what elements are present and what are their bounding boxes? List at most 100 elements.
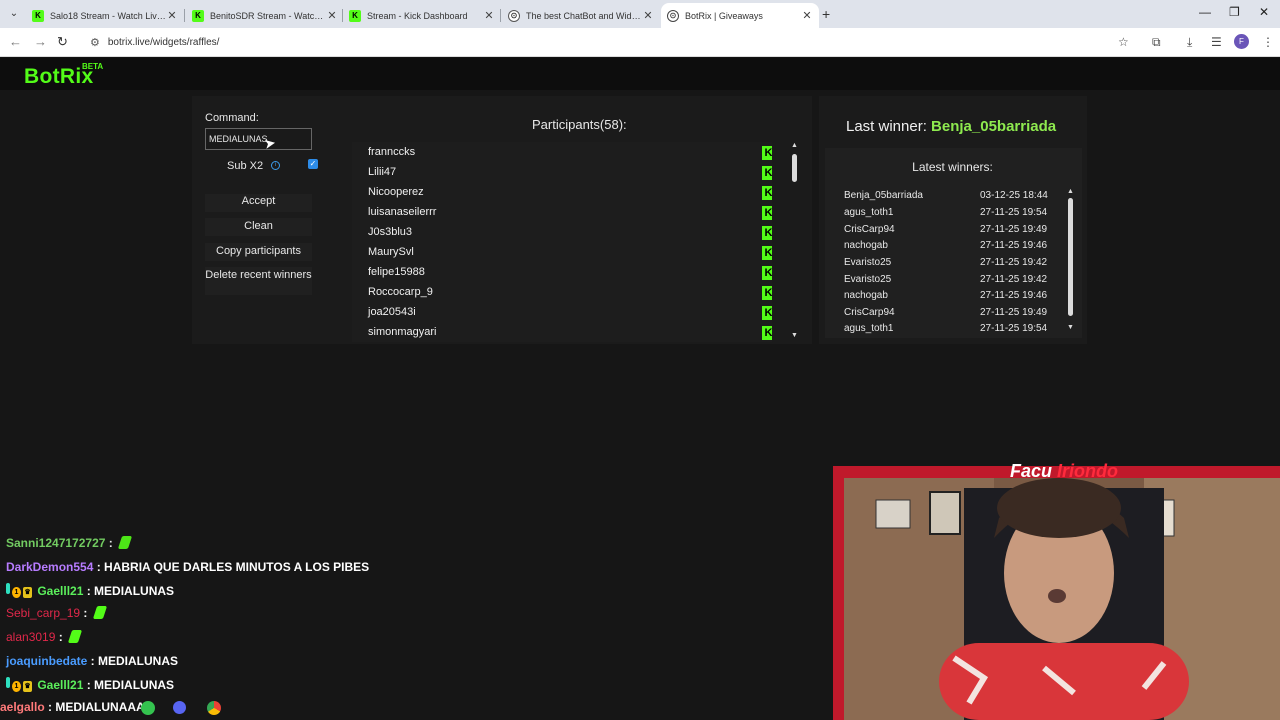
scrollbar-thumb[interactable] [792,154,797,182]
streamer-first-name: Facu [1010,461,1053,481]
raffle-panel: Command: MEDIALUNAS Sub X2 i ✓ Accept Cl… [192,96,812,344]
chat-username: joaquinbedate [6,654,88,668]
participant-name: MaurySvl [368,246,414,258]
chat-line: 1 ♛ Gaelll21 : MEDIALUNAS [6,583,174,603]
subscriber-badge-icon: 1 [12,681,21,692]
kick-icon: K [762,226,772,240]
reload-icon[interactable]: ↻ [57,34,68,50]
last-winner-name: Benja_05barriada [931,118,1057,135]
new-tab-icon[interactable]: + [822,6,830,22]
browser-tab-salo18[interactable]: K Salo18 Stream - Watch Live on ✕ [26,3,184,28]
bookmark-star-icon[interactable]: ☆ [1118,35,1129,49]
chrome-icon[interactable] [207,701,221,715]
winner-row: CrisCarp94 27-11-25 19:49 [844,307,1074,323]
tab-divider [184,9,185,22]
minimize-icon[interactable]: — [1199,5,1211,19]
sub-x2-checkbox[interactable]: ✓ [308,159,318,169]
mod-badge-icon [6,677,10,688]
kick-emote-icon [92,606,107,619]
chat-line: 1 ♛ Gaelll21 : MEDIALUNAS [6,677,174,697]
close-tab-icon[interactable]: ✕ [801,9,813,22]
browser-menu-icon[interactable]: ⋮ [1262,35,1274,49]
chat-username: Gaelll21 [37,584,84,598]
scroll-down-icon[interactable]: ▼ [1067,324,1074,331]
sub-x2-label: Sub X2 [227,160,264,172]
crown-badge-icon: ♛ [23,681,32,692]
url-text: botrix.live/widgets/raffles/ [107,36,220,48]
close-window-icon[interactable]: ✕ [1259,5,1269,19]
winner-row: CrisCarp94 27-11-25 19:49 [844,224,1074,240]
participant-row: J0s3blu3 K [368,226,772,246]
extensions-icon[interactable]: ⧉ [1152,35,1161,50]
info-icon[interactable]: i [271,161,280,170]
subscriber-badge-icon: 1 [12,587,21,598]
chat-line: DarkDemon554 : HABRIA QUE DARLES MINUTOS… [6,560,370,574]
webcam-streamer-name: Facu Iriondo [1010,461,1118,482]
discord-icon[interactable] [173,701,186,714]
chat-message: MEDIALUNAS [94,584,175,598]
close-tab-icon[interactable]: ✕ [166,9,178,22]
scrollbar-thumb[interactable] [1068,198,1073,316]
tab-title: Salo18 Stream - Watch Live on [50,10,166,21]
tab-divider [500,9,501,22]
tab-search-icon[interactable]: ⌄ [6,6,22,22]
close-tab-icon[interactable]: ✕ [326,9,338,22]
chat-username: alan3019 [6,630,56,644]
kick-icon: K [762,186,772,200]
participants-title: Participants(58): [532,117,627,132]
back-icon[interactable]: ← [9,34,22,49]
scroll-up-icon[interactable]: ▲ [791,142,798,149]
participant-name: Roccocarp_9 [368,286,433,298]
winner-name: agus_toth1 [844,207,894,218]
mouse-cursor-icon: ➤ [262,134,277,152]
reading-list-icon[interactable]: ☰ [1211,35,1222,49]
kick-icon: K [762,146,772,160]
participant-row: Roccocarp_9 K [368,286,772,306]
streamer-last-name: Iriondo [1057,461,1119,481]
clean-button[interactable]: Clean [205,218,312,236]
address-bar[interactable]: ⚙ botrix.live/widgets/raffles/ [80,31,1140,53]
accept-button[interactable]: Accept [205,194,312,212]
browser-tab-kick-dashboard[interactable]: K Stream - Kick Dashboard ✕ [343,3,501,28]
winner-row: Evaristo25 27-11-25 19:42 [844,257,1074,273]
profile-avatar[interactable]: F [1234,34,1249,49]
kick-emote-icon [117,536,133,549]
latest-winners-box: Latest winners: Benja_05barriada 03-12-25… [825,148,1082,338]
site-info-icon[interactable]: ⚙ [90,36,100,49]
participants-scrollbar[interactable]: ▲ ▼ [791,142,799,339]
browser-tab-benitosdr[interactable]: K BenitoSDR Stream - Watch Live ✕ [186,3,344,28]
winner-row: agus_toth1 27-11-25 19:54 [844,323,1074,335]
delete-recent-winners-button[interactable]: Delete recent winners [205,267,312,295]
participant-row: luisanaseilerrr K [368,206,772,226]
restore-icon[interactable]: ❐ [1229,5,1240,19]
forward-icon[interactable]: → [34,34,47,49]
participant-row: Lilii47 K [368,166,772,186]
last-winner-label: Last winner: [846,118,927,135]
downloads-icon[interactable]: ⤓ [1187,35,1192,50]
browser-tab-botrix-giveaways[interactable]: ⊙ BotRix | Giveaways ✕ [661,3,819,28]
command-input[interactable]: MEDIALUNAS [205,128,312,150]
chat-line: Sanni1247172727 : [6,536,133,556]
winners-panel: Last winner: Benja_05barriada Latest win… [819,96,1087,344]
kick-icon: K [762,206,772,220]
participants-list: frannccks K Lilii47 K Nicooperez K luisanas… [352,142,772,342]
winner-name: agus_toth1 [844,323,894,334]
scroll-up-icon[interactable]: ▲ [1067,188,1074,195]
winner-date: 27-11-25 19:54 [980,323,1048,334]
participant-name: simonmagyari [368,326,437,338]
crown-badge-icon: ♛ [23,587,32,598]
scroll-down-icon[interactable]: ▼ [791,332,798,339]
winner-name: Evaristo25 [844,257,892,268]
winners-scrollbar[interactable]: ▲ ▼ [1067,188,1075,332]
chat-username: Sanni1247172727 [6,536,106,550]
kick-icon: K [32,9,44,22]
copy-participants-button[interactable]: Copy participants [205,243,312,261]
close-tab-icon[interactable]: ✕ [642,9,654,22]
close-tab-icon[interactable]: ✕ [483,9,495,22]
participant-name: J0s3blu3 [368,226,413,238]
chat-message: HABRIA QUE DARLES MINUTOS A LOS PIBES [104,560,370,574]
winner-name: Benja_05barriada [844,190,923,201]
whatsapp-icon[interactable] [141,701,155,715]
tab-title: Stream - Kick Dashboard [367,10,468,21]
browser-tab-botrix-home[interactable]: ⊙ The best ChatBot and Widgets ✕ [502,3,660,28]
